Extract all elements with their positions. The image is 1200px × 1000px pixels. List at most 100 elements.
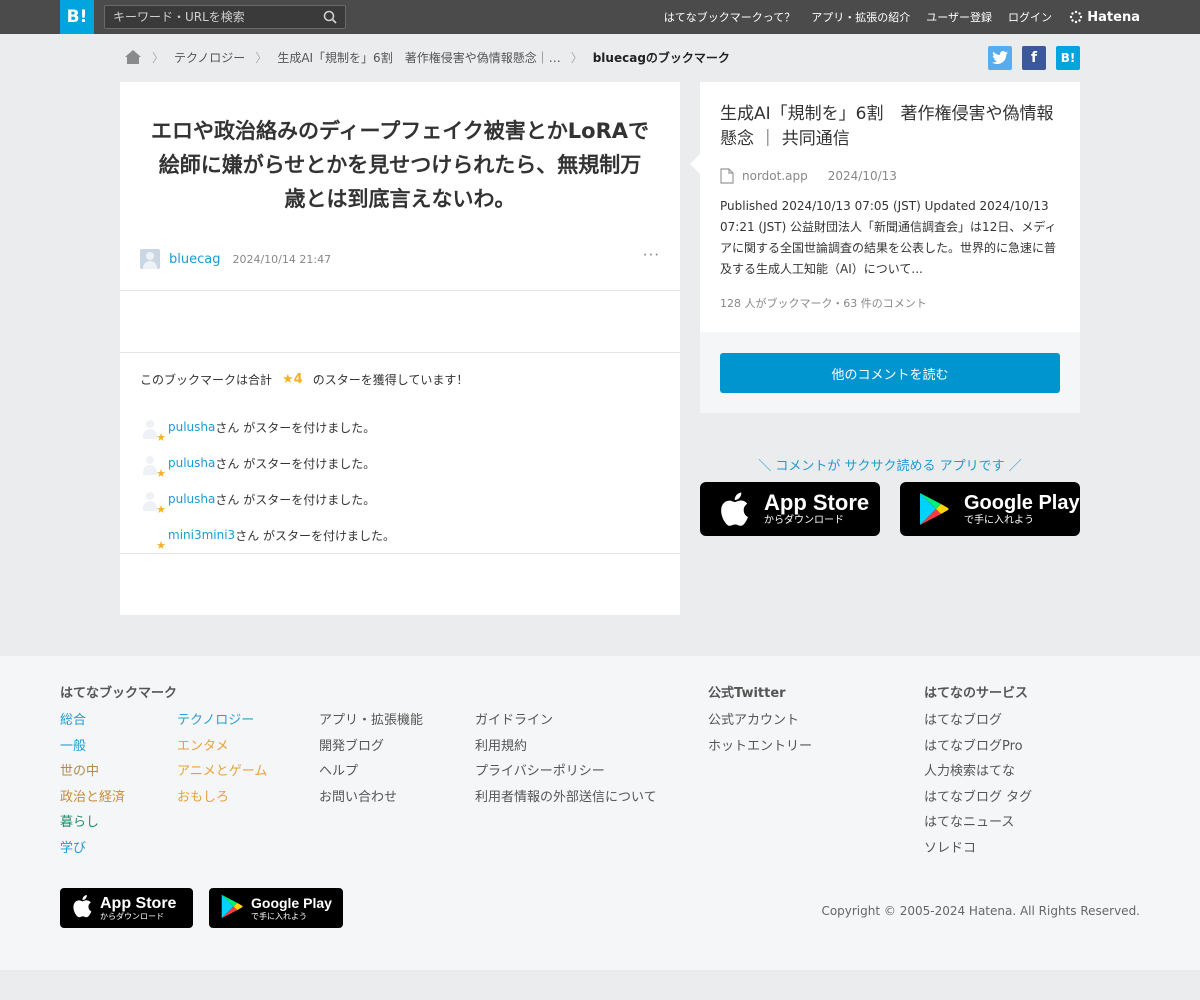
- document-icon: [720, 168, 734, 184]
- footer-link[interactable]: はてなブログPro: [924, 737, 1032, 763]
- nav-login[interactable]: ログイン: [1008, 9, 1052, 25]
- footer-category-link[interactable]: 総合: [60, 711, 125, 737]
- footer-links-col4: ガイドライン 利用規約 プライバシーポリシー 利用者情報の外部送信について: [475, 711, 657, 813]
- hatena-brand[interactable]: Hatena: [1069, 0, 1140, 34]
- footer-category-link[interactable]: エンタメ: [177, 737, 267, 763]
- footer-app-store-title: App Store: [100, 895, 177, 912]
- footer-google-play-sub: で手に入れよう: [251, 912, 307, 921]
- footer-category-link[interactable]: 学び: [60, 839, 125, 865]
- read-comments-button[interactable]: 他のコメントを読む: [720, 353, 1060, 393]
- entry-card: 生成AI「規制を」6割 著作権侵害や偽情報懸念 ｜ 共同通信 nordot.ap…: [690, 82, 1080, 413]
- footer-link[interactable]: ソレドコ: [924, 839, 1032, 865]
- star-count[interactable]: ★4: [282, 372, 303, 387]
- nav-register[interactable]: ユーザー登録: [926, 9, 992, 25]
- app-store-badge[interactable]: App Store からダウンロード: [700, 482, 880, 536]
- footer-google-play-title: Google Play: [251, 895, 332, 911]
- avatar[interactable]: [140, 249, 160, 269]
- share-buttons: f B!: [988, 46, 1080, 70]
- star-given-text: さん がスターを付けました。: [235, 528, 396, 543]
- search-input[interactable]: [113, 8, 313, 26]
- home-icon[interactable]: [124, 49, 142, 65]
- footer-link[interactable]: ヘルプ: [319, 762, 423, 788]
- footer-link[interactable]: アプリ・拡張機能: [319, 711, 423, 737]
- bookmark-card: エロや政治絡みのディープフェイク被害とかLoRAで絵師に嫌がらせとかを見せつけら…: [120, 82, 680, 615]
- more-options-icon[interactable]: ···: [643, 246, 660, 264]
- star-user-link[interactable]: mini3mini3: [168, 528, 235, 542]
- footer-category-link[interactable]: 暮らし: [60, 813, 125, 839]
- hatena-bookmark-logo[interactable]: B!: [60, 0, 94, 34]
- footer-link[interactable]: 人力検索はてな: [924, 762, 1032, 788]
- star-user-link[interactable]: pulusha: [168, 492, 215, 506]
- card-arrow: [690, 154, 700, 174]
- twitter-share-button[interactable]: [988, 46, 1012, 70]
- footer-link[interactable]: 利用規約: [475, 737, 657, 763]
- footer-link[interactable]: 公式アカウント: [708, 711, 812, 737]
- breadcrumb-category[interactable]: テクノロジー: [174, 49, 245, 66]
- footer-twitter-links: 公式アカウント ホットエントリー: [708, 711, 812, 762]
- star-user-link[interactable]: pulusha: [168, 456, 215, 470]
- footer-link[interactable]: お問い合わせ: [319, 788, 423, 814]
- footer-link[interactable]: はてなニュース: [924, 813, 1032, 839]
- chevron-right-icon: 〉: [570, 50, 583, 65]
- search-icon[interactable]: [323, 10, 337, 24]
- google-play-title: Google Play: [964, 492, 1080, 514]
- star-summary-prefix: このブックマークは合計: [140, 373, 273, 387]
- nav-about[interactable]: はてなブックマークって？: [664, 9, 795, 25]
- footer-app-store-badge[interactable]: App Store からダウンロード: [60, 888, 193, 928]
- star-icon: ★: [156, 431, 166, 444]
- footer-link[interactable]: 開発ブログ: [319, 737, 423, 763]
- google-play-badge[interactable]: Google Play で手に入れよう: [900, 482, 1080, 536]
- entry-domain-link[interactable]: nordot.app: [742, 169, 808, 183]
- footer-link[interactable]: 利用者情報の外部送信について: [475, 788, 657, 814]
- star-item: ★ pulusha さん がスターを付けました。: [140, 481, 395, 517]
- footer-services-links: はてなブログ はてなブログPro 人力検索はてな はてなブログ タグ はてなニュ…: [924, 711, 1032, 865]
- bookmark-comment: エロや政治絡みのディープフェイク被害とかLoRAで絵師に嫌がらせとかを見せつけら…: [150, 119, 650, 211]
- facebook-share-button[interactable]: f: [1022, 46, 1046, 70]
- footer-category-link[interactable]: テクノロジー: [177, 711, 267, 737]
- entry-title-link[interactable]: 生成AI「規制を」6割 著作権侵害や偽情報懸念 ｜ 共同通信: [720, 102, 1065, 152]
- footer-category-link[interactable]: 政治と経済: [60, 788, 125, 814]
- app-store-sub: からダウンロード: [764, 515, 844, 526]
- entry-counts[interactable]: 128 人がブックマーク・63 件のコメント: [720, 295, 927, 311]
- footer-link[interactable]: ガイドライン: [475, 711, 657, 737]
- footer-category-link[interactable]: 一般: [60, 737, 125, 763]
- footer-services-heading: はてなのサービス: [924, 686, 1029, 701]
- divider: [120, 352, 680, 353]
- footer-link[interactable]: プライバシーポリシー: [475, 762, 657, 788]
- footer-category-link[interactable]: おもしろ: [177, 788, 267, 814]
- star-icon: ★: [156, 503, 166, 516]
- twitter-icon: [992, 51, 1008, 64]
- google-play-icon: [920, 493, 949, 525]
- star-icon: ★: [156, 539, 166, 552]
- nav-apps[interactable]: アプリ・拡張の紹介: [811, 9, 910, 25]
- bookmark-user-link[interactable]: bluecag: [169, 252, 220, 267]
- footer-category-link[interactable]: 世の中: [60, 762, 125, 788]
- footer-link[interactable]: ホットエントリー: [708, 737, 812, 763]
- footer-category-link[interactable]: アニメとゲーム: [177, 762, 267, 788]
- divider: [120, 290, 680, 291]
- hatena-bookmark-share-button[interactable]: B!: [1056, 46, 1080, 70]
- footer-app-store-sub: からダウンロード: [100, 912, 164, 921]
- google-play-icon: [221, 894, 243, 918]
- breadcrumb-entry[interactable]: 生成AI「規制を」6割 著作権侵害や偽情報懸念｜…: [277, 49, 560, 66]
- star-given-text: さん がスターを付けました。: [215, 492, 376, 507]
- apple-icon: [73, 895, 92, 918]
- apple-icon: [721, 492, 748, 526]
- entry-meta: nordot.app 2024/10/13: [720, 168, 897, 184]
- footer-link[interactable]: はてなブログ タグ: [924, 788, 1032, 814]
- hatena-brand-label: Hatena: [1087, 9, 1140, 25]
- google-play-sub: で手に入れよう: [964, 515, 1034, 526]
- footer-links-col3: アプリ・拡張機能 開発ブログ ヘルプ お問い合わせ: [319, 711, 423, 813]
- search-box[interactable]: [104, 5, 346, 29]
- footer-twitter-heading: 公式Twitter: [708, 686, 786, 701]
- footer-categories-col2: テクノロジー エンタメ アニメとゲーム おもしろ: [177, 711, 267, 813]
- breadcrumb-current: bluecagのブックマーク: [592, 50, 730, 65]
- footer-google-play-badge[interactable]: Google Play で手に入れよう: [209, 888, 343, 928]
- top-nav: はてなブックマークって？ アプリ・拡張の紹介 ユーザー登録 ログイン: [664, 0, 1052, 34]
- app-promo-tagline: ＼ コメントが サクサク読める アプリです ／: [758, 459, 1022, 474]
- star-item: ★ mini3mini3 さん がスターを付けました。: [140, 517, 395, 553]
- footer-link[interactable]: はてなブログ: [924, 711, 1032, 737]
- star-user-link[interactable]: pulusha: [168, 420, 215, 434]
- footer-categories-col1: 総合 一般 世の中 政治と経済 暮らし 学び: [60, 711, 125, 865]
- star-item: ★ pulusha さん がスターを付けました。: [140, 409, 395, 445]
